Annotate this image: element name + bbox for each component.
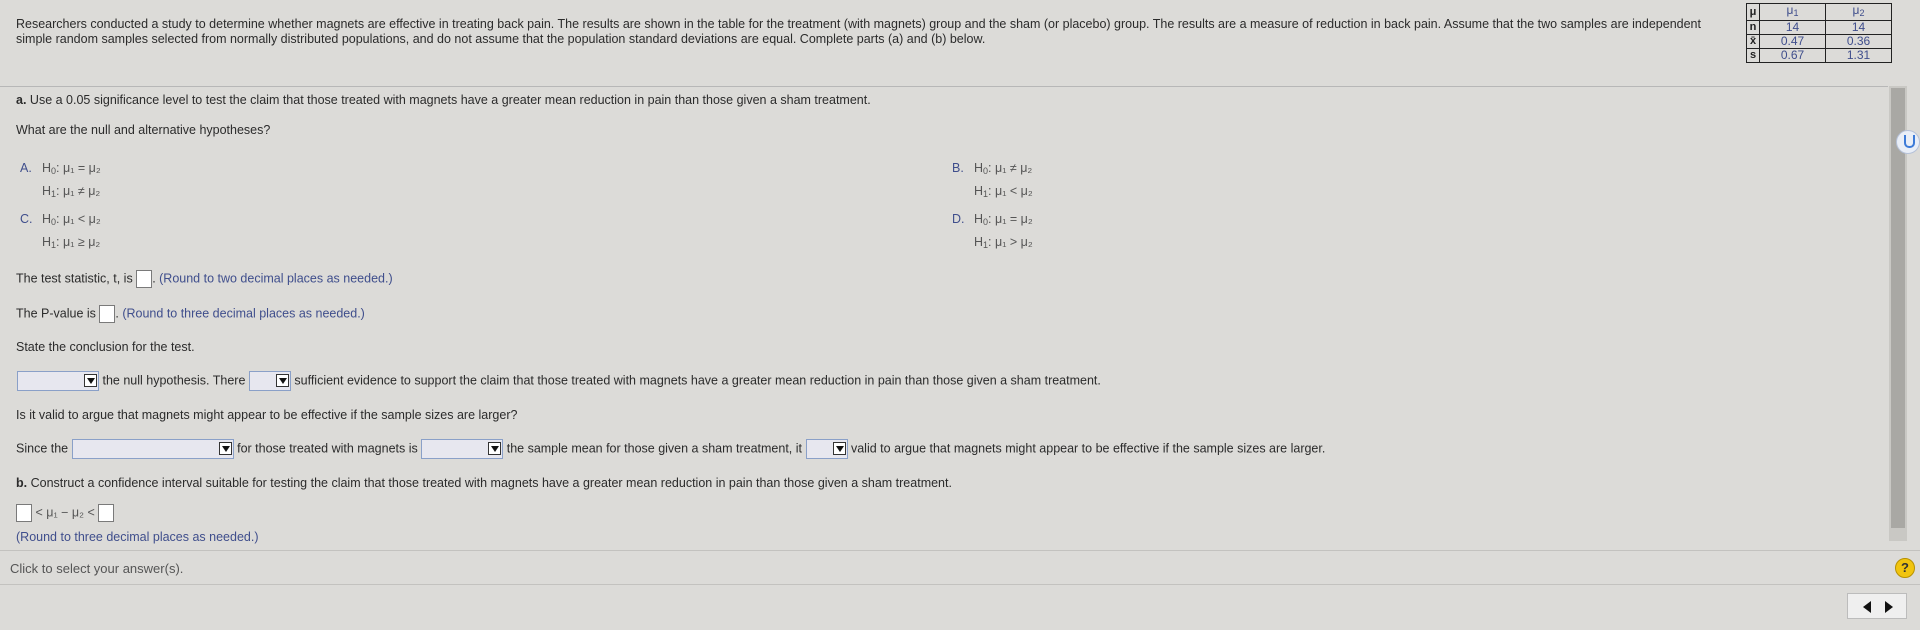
comparison-dropdown[interactable]	[421, 439, 504, 459]
next-arrow-icon[interactable]	[1885, 601, 1893, 613]
table-row: s 0.67 1.31	[1746, 48, 1892, 63]
table-row: x̄ 0.47 0.36	[1746, 34, 1892, 49]
row-label-n: n	[1746, 20, 1760, 35]
option-d-h1: H1: μ₁ > μ₂	[974, 235, 1033, 250]
option-d-letter: D.	[952, 212, 965, 226]
option-c-letter: C.	[20, 212, 33, 226]
evidence-dropdown[interactable]	[248, 371, 291, 391]
test-statistic-row: The test statistic, t, is . (Round to tw…	[16, 270, 393, 288]
divider	[0, 86, 1888, 87]
scroll-handle-icon[interactable]	[1896, 130, 1920, 154]
option-a[interactable]: A. H0: μ₁ = μ₂ H1: μ₁ ≠ μ₂	[20, 158, 101, 204]
cell-n-1: 14	[1759, 20, 1826, 35]
part-a-prompt: a. Use a 0.05 significance level to test…	[16, 93, 871, 107]
option-b-h0: H0: μ₁ ≠ μ₂	[974, 161, 1033, 176]
test-statistic-label: The test statistic, t, is	[16, 271, 133, 286]
since-row: Since the for those treated with magnets…	[16, 439, 1325, 459]
scrollbar-thumb[interactable]	[1891, 88, 1905, 528]
p-value-hint: (Round to three decimal places as needed…	[122, 306, 365, 321]
since-text-a: Since the	[16, 441, 69, 456]
problem-intro: Researchers conducted a study to determi…	[16, 17, 1701, 46]
interval-lower-input[interactable]	[16, 504, 32, 522]
table-row: n 14 14	[1746, 20, 1892, 35]
cell-xbar-1: 0.47	[1759, 34, 1826, 49]
option-b[interactable]: B. H0: μ₁ ≠ μ₂ H1: μ₁ < μ₂	[952, 158, 1033, 204]
p-value-label: The P-value is	[16, 306, 96, 321]
part-b-prompt: b. Construct a confidence interval suita…	[16, 476, 952, 490]
table-header-mu1: μ1	[1759, 3, 1826, 21]
footer-divider-2	[0, 584, 1920, 585]
test-statistic-hint: (Round to two decimal places as needed.)	[159, 271, 393, 286]
option-c-h0: H0: μ₁ < μ₂	[42, 212, 101, 227]
cell-s-2: 1.31	[1825, 48, 1892, 63]
status-text: Click to select your answer(s).	[10, 561, 184, 576]
reject-decision-dropdown[interactable]	[17, 371, 99, 391]
since-text-d: valid to argue that magnets might appear…	[850, 441, 1326, 456]
chevron-down-icon	[488, 442, 502, 455]
option-a-letter: A.	[20, 161, 32, 175]
p-value-row: The P-value is . (Round to three decimal…	[16, 305, 365, 323]
cell-n-2: 14	[1825, 20, 1892, 35]
footer-divider	[0, 550, 1920, 551]
conclusion-label: State the conclusion for the test.	[16, 340, 195, 354]
since-text-c: the sample mean for those given a sham t…	[506, 441, 803, 456]
interval-upper-input[interactable]	[98, 504, 115, 522]
option-c[interactable]: C. H0: μ₁ < μ₂ H1: μ₁ ≥ μ₂	[20, 209, 101, 255]
previous-arrow-icon[interactable]	[1863, 601, 1871, 613]
option-d[interactable]: D. H0: μ₁ = μ₂ H1: μ₁ > μ₂	[952, 209, 1033, 255]
table-header-row: μ μ1 μ2	[1746, 3, 1892, 21]
conclusion-end-text: sufficient evidence to support the claim…	[294, 373, 1101, 388]
option-c-h1: H1: μ₁ ≥ μ₂	[42, 235, 101, 250]
data-table: μ μ1 μ2 n 14 14 x̄ 0.47 0.36 s 0.67 1.31	[1746, 3, 1892, 63]
conclusion-mid-text: the null hypothesis. There	[102, 373, 246, 388]
hypotheses-question: What are the null and alternative hypoth…	[16, 123, 271, 137]
chevron-down-icon	[275, 374, 289, 387]
chevron-down-icon	[832, 442, 846, 455]
option-a-h1: H1: μ₁ ≠ μ₂	[42, 184, 101, 199]
chevron-down-icon	[84, 374, 97, 387]
option-a-h0: H0: μ₁ = μ₂	[42, 161, 101, 176]
p-value-input[interactable]	[99, 305, 116, 323]
validity-question: Is it valid to argue that magnets might …	[16, 408, 518, 422]
option-b-h1: H1: μ₁ < μ₂	[974, 184, 1033, 199]
validity-dropdown[interactable]	[805, 439, 848, 459]
since-text-b: for those treated with magnets is	[237, 441, 418, 456]
option-d-h0: H0: μ₁ = μ₂	[974, 212, 1033, 227]
row-label-xbar: x̄	[1746, 34, 1760, 49]
help-icon[interactable]: ?	[1895, 558, 1915, 578]
table-header-label: μ	[1746, 3, 1760, 21]
interval-expression: < μ₁ − μ₂ <	[35, 505, 95, 520]
conclusion-row: the null hypothesis. There sufficient ev…	[17, 371, 1101, 391]
interval-row: < μ₁ − μ₂ <	[16, 504, 115, 522]
statistic-dropdown[interactable]	[71, 439, 234, 459]
interval-hint: (Round to three decimal places as needed…	[16, 530, 259, 544]
test-statistic-input[interactable]	[136, 270, 153, 288]
cell-s-1: 0.67	[1759, 48, 1826, 63]
option-b-letter: B.	[952, 161, 964, 175]
cell-xbar-2: 0.36	[1825, 34, 1892, 49]
table-header-mu2: μ2	[1825, 3, 1892, 21]
chevron-down-icon	[218, 442, 232, 455]
row-label-s: s	[1746, 48, 1760, 63]
navigation-buttons	[1847, 593, 1907, 619]
